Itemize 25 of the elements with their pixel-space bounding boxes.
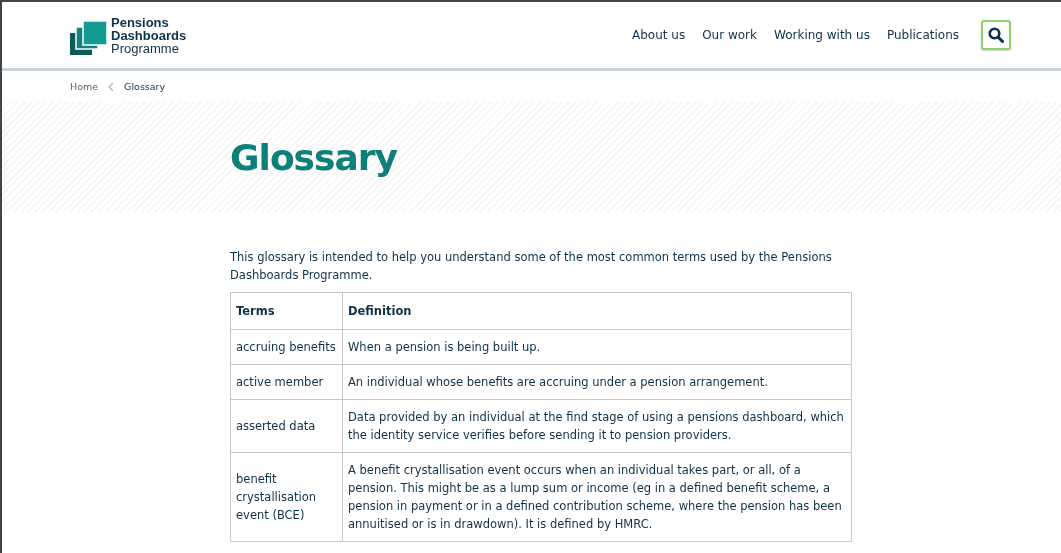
intro-paragraph: This glossary is intended to help you understand some of the most common terms used by the Pensions Dashboards Programme. xyxy=(230,249,833,284)
term-cell: asserted data xyxy=(230,399,343,453)
logo-text: Programme xyxy=(111,41,180,55)
breadcrumb-link[interactable]: Glossary xyxy=(124,81,166,92)
definition-cell: Data provided by an individual at the find stage of using a pensions dashboard, which the identity service verifies before sending it to pension providers. xyxy=(342,399,852,453)
nav-link[interactable]: About us xyxy=(632,28,686,42)
term-cell: active member xyxy=(230,364,343,400)
column-header: Definition xyxy=(342,292,852,330)
nav-link[interactable]: Publications xyxy=(886,28,959,42)
search-icon xyxy=(988,27,1004,43)
definition-cell: When a pension is being built up. xyxy=(342,329,852,365)
nav-link[interactable]: Working with us xyxy=(774,28,870,42)
logo-text: Pensions xyxy=(111,15,170,29)
logo-icon xyxy=(70,21,108,55)
logo-text: Dashboards xyxy=(111,28,187,42)
chevron-icon xyxy=(108,81,115,92)
nav-link[interactable]: Our work xyxy=(702,28,757,42)
definition-cell: An individual whose benefits are accruing under a pension arrangement. xyxy=(342,364,852,400)
page-title: Glossary xyxy=(230,136,397,178)
search-button[interactable] xyxy=(981,20,1011,50)
term-cell: benefit crystallisation event (BCE) xyxy=(230,452,343,542)
definition-cell: A benefit crystallisation event occurs when an individual takes part, or all, of a pension. This might be as a lump sum or income (eg in a defined benefit scheme, a pension in payment or in a defined contribution scheme, where the pension has been annuitised or is in drawdown). It is defined by HMRC. xyxy=(342,452,852,542)
term-cell: accruing benefits xyxy=(230,329,343,365)
breadcrumb-link[interactable]: Home xyxy=(70,81,99,92)
column-header: Terms xyxy=(230,292,343,330)
